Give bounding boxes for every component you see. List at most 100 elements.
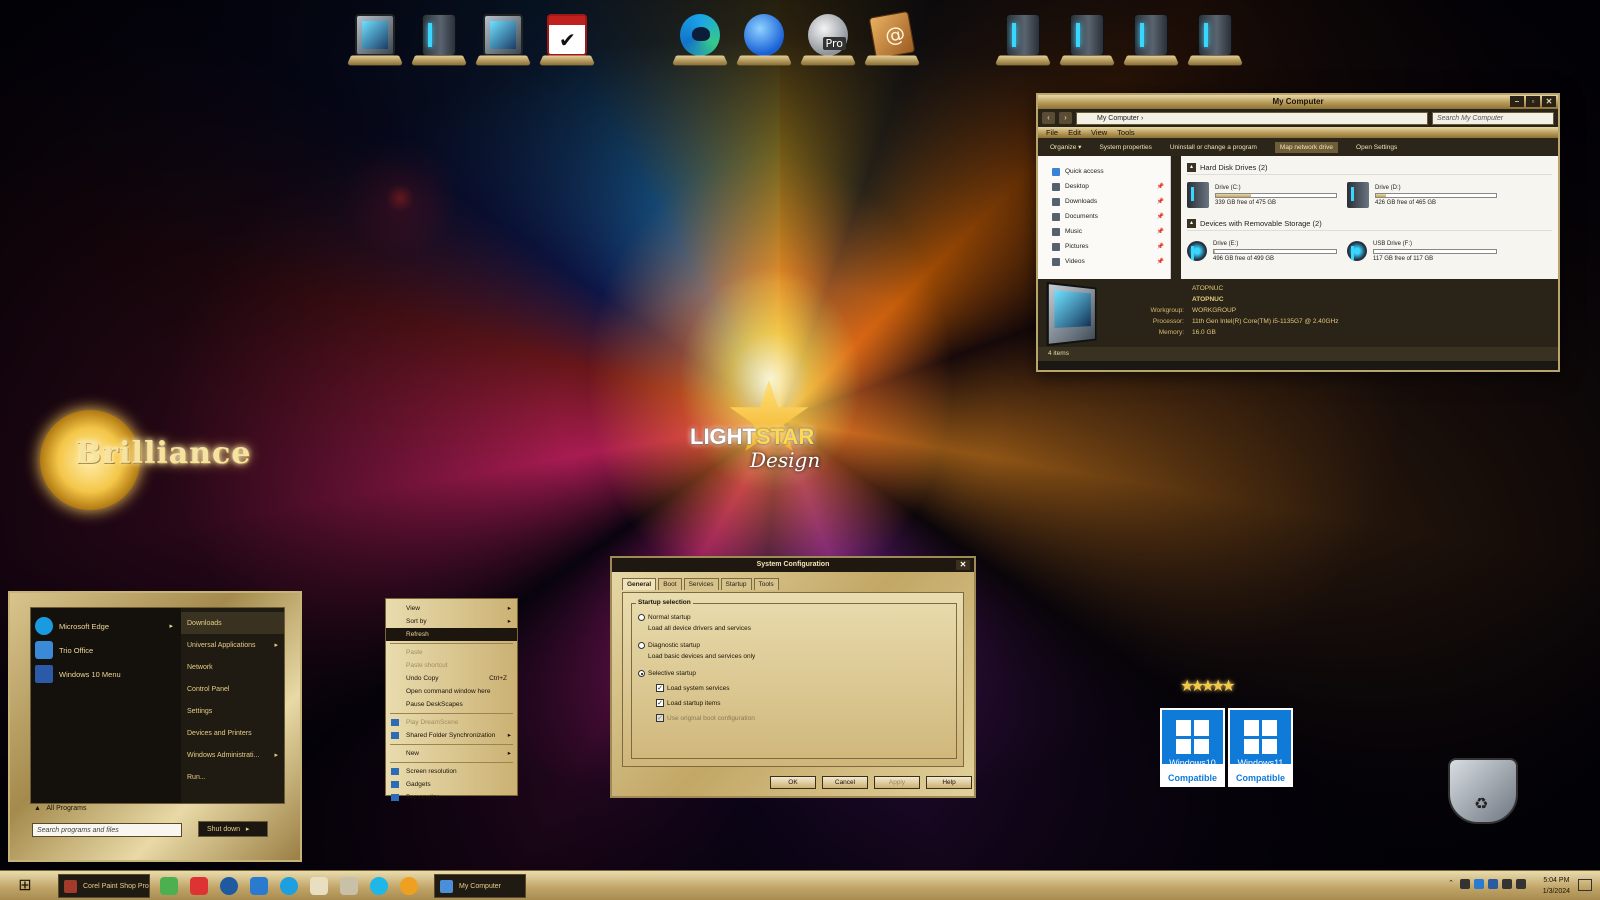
shutdown-button[interactable]: Shut down ▸ xyxy=(198,821,268,837)
nav-documents[interactable]: Documents 📌 xyxy=(1052,209,1170,224)
drive-tower-icon-4[interactable] xyxy=(1186,10,1244,66)
menu-file[interactable]: File xyxy=(1046,127,1058,138)
checklist-icon[interactable] xyxy=(538,10,596,66)
cortana-icon[interactable] xyxy=(370,877,388,895)
task-my-computer[interactable]: My Computer xyxy=(434,874,526,898)
link-network[interactable]: Network xyxy=(181,656,284,678)
drive-c[interactable]: Drive (C:) 339 GB free of 475 GB xyxy=(1187,179,1337,211)
ok-button[interactable]: OK xyxy=(770,776,816,789)
collapse-icon[interactable]: ▴ xyxy=(1187,219,1196,228)
menu-edit[interactable]: Edit xyxy=(1068,127,1081,138)
thunderbird-icon[interactable] xyxy=(735,10,793,66)
start-search-input[interactable]: Search programs and files xyxy=(32,823,182,837)
media-icon[interactable] xyxy=(340,877,358,895)
tower-icon[interactable] xyxy=(410,10,468,66)
notification-icon[interactable] xyxy=(1578,879,1592,891)
context-item-screen-resolution[interactable]: Screen resolution xyxy=(386,765,517,778)
window-titlebar[interactable]: My Computer – ▫ ✕ xyxy=(1038,95,1558,109)
group-header-removable[interactable]: ▴ Devices with Removable Storage (2) xyxy=(1187,217,1552,231)
context-item-open-command-window-here[interactable]: Open command window here xyxy=(386,685,517,698)
drive-tower-icon-1[interactable] xyxy=(994,10,1052,66)
edge-icon[interactable] xyxy=(671,10,729,66)
pinned-app-icon-1[interactable] xyxy=(160,877,178,895)
shield-icon[interactable] xyxy=(1488,879,1498,889)
tab-boot[interactable]: Boot xyxy=(658,578,682,590)
link-downloads[interactable]: Downloads xyxy=(181,612,284,634)
drive-tower-icon-3[interactable] xyxy=(1122,10,1180,66)
drive-f[interactable]: USB Drive (F:) 117 GB free of 117 GB xyxy=(1347,235,1497,267)
clock[interactable]: 5:04 PM 1/3/2024 xyxy=(1543,875,1570,897)
drive-d[interactable]: Drive (D:) 426 GB free of 465 GB xyxy=(1347,179,1497,211)
system-configuration-dialog[interactable]: System Configuration ✕ General Boot Serv… xyxy=(610,556,976,798)
program-windows-10-menu[interactable]: Windows 10 Menu xyxy=(31,662,181,686)
context-item-sort-by[interactable]: Sort by ▸ xyxy=(386,615,517,628)
computer-icon[interactable] xyxy=(346,10,404,66)
link-settings[interactable]: Settings xyxy=(181,700,284,722)
chevron-up-icon[interactable]: ⌃ xyxy=(1446,879,1456,889)
context-item-pause-deskscapes[interactable]: Pause DeskScapes xyxy=(386,698,517,711)
nav-scrollbar[interactable] xyxy=(1171,156,1181,279)
context-item-personalize[interactable]: Personalize xyxy=(386,791,517,804)
link-control-panel[interactable]: Control Panel xyxy=(181,678,284,700)
cmd-open-settings[interactable]: Open Settings xyxy=(1356,144,1397,151)
address-book-icon[interactable] xyxy=(863,10,921,66)
nav-music[interactable]: Music 📌 xyxy=(1052,224,1170,239)
context-item-shared-folder-synchronization[interactable]: Shared Folder Synchronization ▸ xyxy=(386,729,517,742)
nav-quick-access[interactable]: Quick access xyxy=(1052,164,1170,179)
menu-view[interactable]: View xyxy=(1091,127,1107,138)
start-button[interactable]: ⊞ xyxy=(10,874,40,898)
tab-services[interactable]: Services xyxy=(683,578,719,590)
tray-icon-1[interactable] xyxy=(1460,879,1470,889)
search-input[interactable]: Search My Computer xyxy=(1432,111,1554,125)
tray-icon-2[interactable] xyxy=(1474,879,1484,889)
maximize-icon[interactable]: ▫ xyxy=(1526,96,1540,107)
pinned-app-icon-4[interactable] xyxy=(250,877,268,895)
program-trio-office[interactable]: Trio Office xyxy=(31,638,181,662)
close-icon[interactable]: ✕ xyxy=(956,560,970,570)
cancel-button[interactable]: Cancel xyxy=(822,776,868,789)
google-earth-pro-icon[interactable]: Pro xyxy=(799,10,857,66)
cmd-organize[interactable]: Organize ▾ xyxy=(1050,143,1081,151)
pinned-app-icon-3[interactable] xyxy=(220,877,238,895)
check-load-startup-items[interactable]: ✓ Load startup items xyxy=(656,699,720,707)
tab-startup[interactable]: Startup xyxy=(720,578,752,590)
all-programs-button[interactable]: ▲ All Programs xyxy=(34,805,86,812)
task-corel-paint-shop[interactable]: Corel Paint Shop Pro ... xyxy=(58,874,150,898)
link-windows-administrative[interactable]: Windows Administrati... ▸ xyxy=(181,744,284,766)
cmd-map-network-drive[interactable]: Map network drive xyxy=(1274,141,1339,153)
recycle-bin-icon[interactable] xyxy=(1448,758,1518,824)
context-item-new[interactable]: New ▸ xyxy=(386,747,517,760)
back-icon[interactable]: ‹ xyxy=(1042,112,1055,124)
pinned-app-icon-2[interactable] xyxy=(190,877,208,895)
dialog-titlebar[interactable]: System Configuration ✕ xyxy=(612,558,974,572)
volume-icon[interactable] xyxy=(1516,879,1526,889)
tab-general[interactable]: General xyxy=(622,578,657,590)
radio-diagnostic-startup[interactable]: Diagnostic startup xyxy=(638,642,700,649)
windows-icon[interactable] xyxy=(310,877,328,895)
nav-desktop[interactable]: Desktop 📌 xyxy=(1052,179,1170,194)
close-icon[interactable]: ✕ xyxy=(1542,96,1556,107)
check-load-system-services[interactable]: ✓ Load system services xyxy=(656,684,730,692)
link-universal-applications[interactable]: Universal Applications ▸ xyxy=(181,634,284,656)
nav-pictures[interactable]: Pictures 📌 xyxy=(1052,239,1170,254)
forward-icon[interactable]: › xyxy=(1059,112,1072,124)
skype-icon[interactable] xyxy=(280,877,298,895)
context-item-gadgets[interactable]: Gadgets xyxy=(386,778,517,791)
cmd-system-properties[interactable]: System properties xyxy=(1099,144,1151,151)
minimize-icon[interactable]: – xyxy=(1510,96,1524,107)
app-icon-orange[interactable] xyxy=(400,877,418,895)
link-devices-and-printers[interactable]: Devices and Printers xyxy=(181,722,284,744)
cmd-uninstall[interactable]: Uninstall or change a program xyxy=(1170,144,1257,151)
network-icon[interactable] xyxy=(1502,879,1512,889)
nav-downloads[interactable]: Downloads 📌 xyxy=(1052,194,1170,209)
program-microsoft-edge[interactable]: Microsoft Edge ▸ xyxy=(31,614,181,638)
radio-normal-startup[interactable]: Normal startup xyxy=(638,614,691,621)
drive-tower-icon-2[interactable] xyxy=(1058,10,1116,66)
context-item-view[interactable]: View ▸ xyxy=(386,602,517,615)
context-item-undo-copy[interactable]: Undo Copy Ctrl+Z xyxy=(386,672,517,685)
collapse-icon[interactable]: ▴ xyxy=(1187,163,1196,172)
network-icon[interactable] xyxy=(474,10,532,66)
nav-videos[interactable]: Videos 📌 xyxy=(1052,254,1170,269)
context-item-refresh[interactable]: Refresh xyxy=(386,628,517,641)
help-button[interactable]: Help xyxy=(926,776,972,789)
